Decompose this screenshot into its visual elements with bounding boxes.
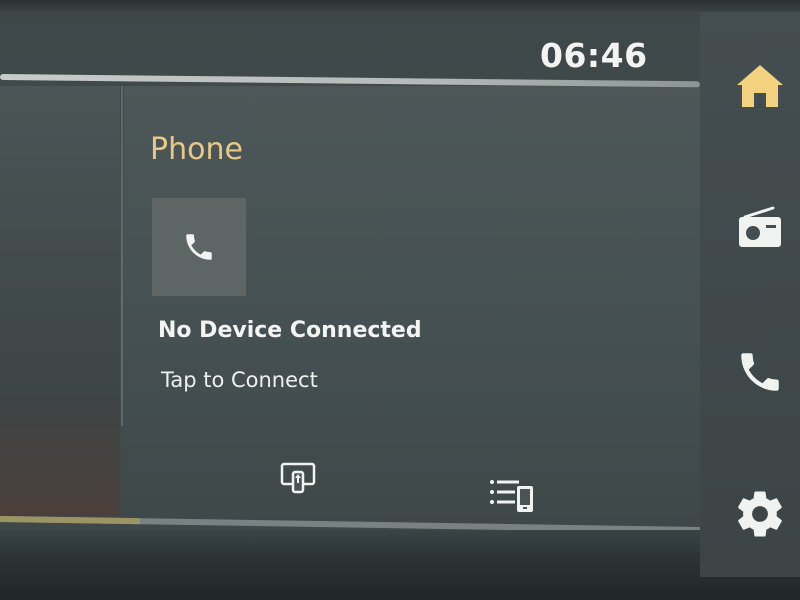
clock: 06:46: [540, 36, 648, 75]
phone-icon: [186, 234, 212, 260]
device-list-button[interactable]: [484, 472, 540, 520]
nav-settings-button[interactable]: [730, 484, 790, 544]
phone-icon: [741, 353, 779, 391]
radio-icon: [739, 206, 781, 247]
nav-phone-button[interactable]: [730, 342, 790, 402]
pane-divider: [121, 86, 123, 426]
screen-mirror-icon: [280, 462, 316, 494]
home-icon: [737, 65, 783, 107]
tap-to-connect-link[interactable]: Tap to Connect: [161, 368, 318, 392]
screen-mirror-button[interactable]: [276, 456, 320, 500]
progress-fill: [0, 516, 141, 525]
phone-tile[interactable]: [152, 198, 246, 296]
nav-radio-button[interactable]: [730, 198, 790, 258]
screen-bezel-top: [0, 0, 800, 12]
gear-icon: [738, 491, 782, 537]
device-list-icon: [490, 480, 533, 512]
widget-title: Phone: [150, 132, 243, 167]
connection-status: No Device Connected: [158, 318, 422, 343]
screen-bezel-bottom: [0, 530, 800, 600]
left-pane: [0, 86, 120, 516]
nav-home-button[interactable]: [730, 56, 790, 116]
